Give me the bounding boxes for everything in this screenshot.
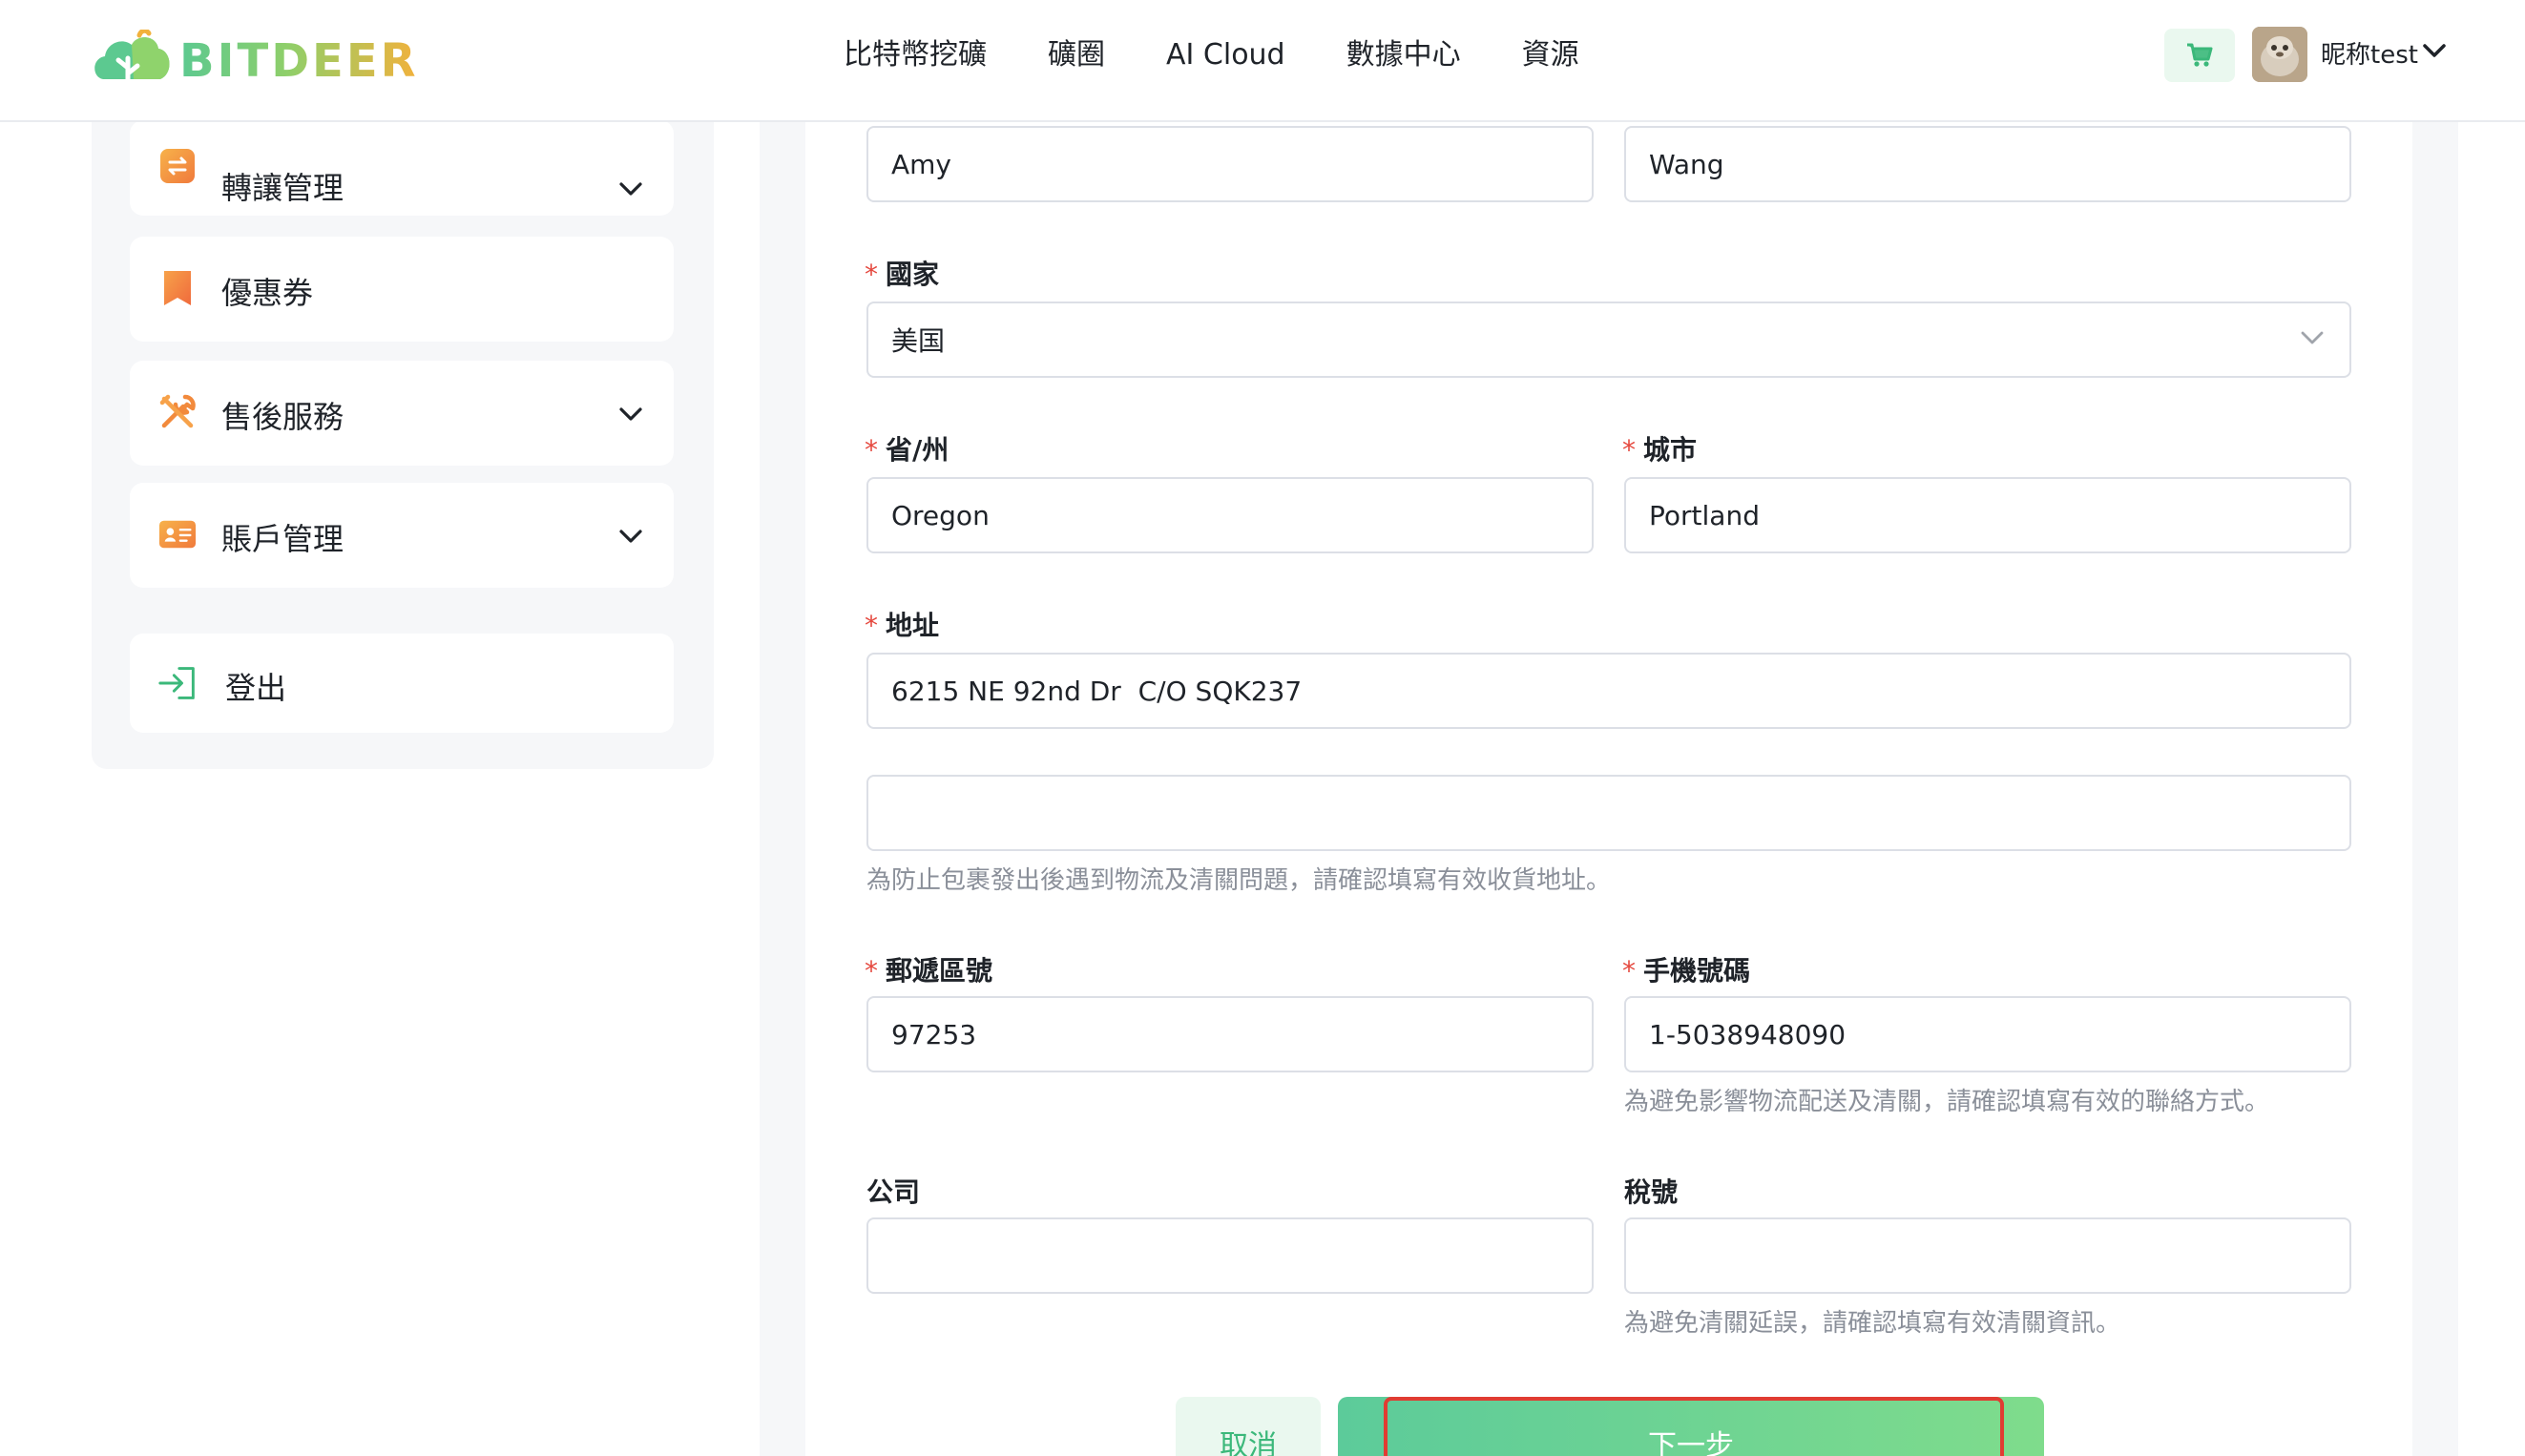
address-line1-input[interactable]: [891, 675, 2349, 707]
sidebar-item-after-sales[interactable]: 售後服務: [130, 361, 674, 466]
logout-icon: [158, 664, 197, 702]
chevron-down-icon[interactable]: [2300, 330, 2325, 345]
state-input[interactable]: [891, 499, 1592, 531]
state-field[interactable]: [866, 477, 1594, 553]
company-label: 公司: [866, 1176, 921, 1208]
tools-icon: [158, 393, 197, 431]
company-input[interactable]: [891, 1239, 1592, 1272]
chevron-down-icon[interactable]: [618, 406, 643, 422]
country-label-text: 國家: [886, 259, 940, 290]
user-avatar-icon: [2252, 27, 2307, 82]
required-mark: *: [865, 955, 878, 987]
transfer-icon: [158, 147, 197, 185]
coupon-icon: [158, 269, 197, 307]
last-name-field[interactable]: [1624, 126, 2351, 202]
sidebar-item-transfer-management[interactable]: 轉讓管理: [130, 120, 674, 216]
address-line2-input[interactable]: [891, 797, 2349, 829]
sidebar-item-coupons[interactable]: 優惠券: [130, 237, 674, 342]
top-header: BITDEER 比特幣挖礦 礦圈 AI Cloud 數據中心 資源 昵称test: [0, 0, 2525, 122]
required-mark: *: [865, 434, 878, 466]
city-label-text: 城市: [1643, 434, 1698, 466]
zip-label: * 郵遞區號: [865, 950, 992, 988]
zip-input[interactable]: [891, 1018, 1592, 1050]
sidebar-item-label: 售後服務: [221, 399, 344, 435]
nav-item-ai-cloud[interactable]: AI Cloud: [1166, 32, 1285, 78]
required-mark: *: [1622, 434, 1636, 466]
phone-label-text: 手機號碼: [1643, 955, 1751, 987]
city-label: * 城市: [1622, 429, 1697, 468]
nav-item-bitcoin-mining[interactable]: 比特幣挖礦: [844, 32, 987, 78]
phone-input[interactable]: [1649, 1018, 2349, 1050]
zip-field[interactable]: [866, 996, 1594, 1072]
sidebar-item-logout[interactable]: 登出: [130, 634, 674, 733]
address-line1-field[interactable]: [866, 653, 2351, 729]
country-select[interactable]: 美国: [866, 302, 2351, 378]
zip-label-text: 郵遞區號: [886, 955, 993, 987]
sidebar-item-label: 賬戶管理: [221, 521, 344, 557]
country-label: * 國家: [865, 254, 939, 292]
cancel-button[interactable]: 取消: [1176, 1397, 1321, 1456]
first-name-field[interactable]: [866, 126, 1594, 202]
chevron-down-icon[interactable]: [618, 529, 643, 544]
phone-hint: 為避免影響物流配送及清關，請確認填寫有效的聯絡方式。: [1624, 1088, 2270, 1116]
sidebar-item-account-management[interactable]: 賬戶管理: [130, 483, 674, 588]
brand-name: BITDEER: [179, 34, 419, 88]
main-nav: 比特幣挖礦 礦圈 AI Cloud 數據中心 資源: [844, 32, 1640, 78]
next-step-button[interactable]: 下一步: [1338, 1397, 2044, 1456]
deer-logo-icon: [94, 30, 170, 92]
nav-item-mining-pool[interactable]: 礦圈: [1048, 32, 1105, 78]
avatar[interactable]: [2252, 27, 2307, 82]
required-mark: *: [865, 259, 878, 290]
company-field[interactable]: [866, 1217, 1594, 1294]
phone-field[interactable]: [1624, 996, 2351, 1072]
country-value: 美国: [891, 325, 946, 357]
tax-id-label: 稅號: [1624, 1176, 1679, 1208]
nav-item-data-center[interactable]: 數據中心: [1346, 32, 1461, 78]
chevron-down-icon[interactable]: [2422, 42, 2447, 59]
nav-item-resources[interactable]: 資源: [1522, 32, 1579, 78]
cart-button[interactable]: [2164, 29, 2235, 82]
phone-label: * 手機號碼: [1622, 950, 1750, 988]
required-mark: *: [865, 610, 878, 641]
tax-id-hint: 為避免清關延誤，請確認填寫有效清關資訊。: [1624, 1309, 2121, 1338]
sidebar-item-label: 登出: [225, 670, 287, 706]
sidebar-item-label: 轉讓管理: [221, 170, 344, 206]
state-label: * 省/州: [865, 429, 949, 468]
tax-id-field[interactable]: [1624, 1217, 2351, 1294]
id-card-icon: [158, 515, 197, 553]
first-name-input[interactable]: [891, 148, 1592, 180]
city-input[interactable]: [1649, 499, 2349, 531]
chevron-down-icon[interactable]: [618, 181, 643, 197]
last-name-input[interactable]: [1649, 148, 2349, 180]
user-name[interactable]: 昵称test: [2321, 34, 2418, 76]
state-label-text: 省/州: [886, 434, 949, 466]
required-mark: *: [1622, 955, 1636, 987]
city-field[interactable]: [1624, 477, 2351, 553]
tax-id-input[interactable]: [1649, 1239, 2349, 1272]
address-line2-field[interactable]: [866, 775, 2351, 851]
account-sidebar: 轉讓管理 優惠券 售後服務 賬戶管理 登出: [92, 95, 714, 769]
address-hint: 為防止包裹發出後遇到物流及清關問題，請確認填寫有效收貨地址。: [866, 866, 1612, 895]
sidebar-item-label: 優惠券: [221, 275, 314, 311]
address-label: * 地址: [865, 605, 939, 643]
address-label-text: 地址: [886, 610, 940, 641]
bitdeer-logo[interactable]: BITDEER: [90, 23, 419, 99]
cart-icon: [2187, 43, 2213, 67]
